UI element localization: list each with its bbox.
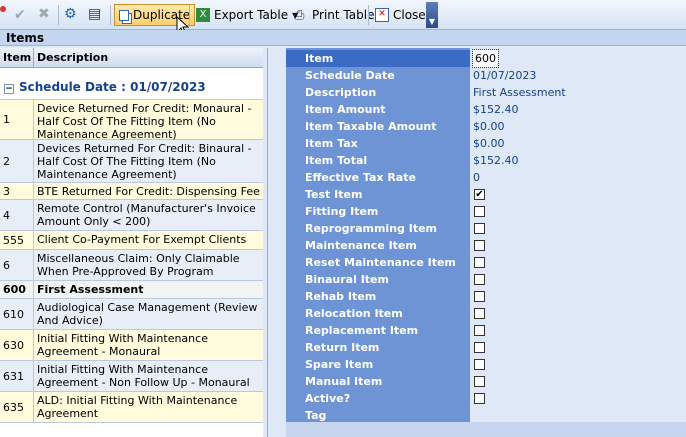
collapse-icon[interactable]: − [4,84,14,94]
prop-label-item-amount: Item Amount [305,103,386,116]
cancel-icon[interactable]: ✖ [38,6,50,22]
schedule-date-value[interactable]: 01/07/2023 [473,67,536,84]
prop-label-description: Description [305,86,377,99]
close-icon: ✕ [375,8,389,22]
spare-item-checkbox[interactable] [474,359,485,370]
properties-panel: Item Schedule Date Description Item Amou… [286,48,686,437]
binaural-item-checkbox[interactable] [474,274,485,285]
table-row[interactable]: 1 Device Returned For Credit: Monaural -… [0,100,267,141]
manual-item-checkbox[interactable] [474,376,485,387]
item-total-value[interactable]: $152.40 [473,152,519,169]
item-amount-value[interactable]: $152.40 [473,101,519,118]
prop-label-manual-item: Manual Item [305,375,383,388]
prop-label-reprogramming-item: Reprogramming Item [305,222,438,235]
section-title: Items [0,30,686,46]
close-button[interactable]: ✕ Close [371,4,430,26]
table-row[interactable]: 635 ALD: Initial Fitting With Maintenanc… [0,392,267,423]
prop-label-maintenance-item: Maintenance Item [305,239,417,252]
prop-label-item: Item [286,50,470,67]
table-row[interactable]: 6 Miscellaneous Claim: Only Claimable Wh… [0,250,267,281]
printer-icon[interactable]: ▤ [88,6,101,22]
property-labels-column: Item Schedule Date Description Item Amou… [286,48,470,422]
table-row[interactable]: 631 Initial Fitting With Maintenance Agr… [0,361,267,392]
prop-label-active: Active? [305,392,351,405]
prop-label-reset-maintenance-item: Reset Maintenance Item [305,256,456,269]
table-row[interactable]: 2 Devices Returned For Credit: Binaural … [0,140,267,183]
effective-tax-rate-value[interactable]: 0 [473,169,480,186]
properties-footer [286,422,686,437]
check-icon[interactable]: ✔ [14,7,26,23]
table-row[interactable]: 630 Initial Fitting With Maintenance Agr… [0,330,267,361]
items-grid: Item Description − Schedule Date : 01/07… [0,48,268,437]
group-label: Schedule Date : 01/07/2023 [19,80,206,94]
prop-label-effective-tax-rate: Effective Tax Rate [305,171,416,184]
active-checkbox[interactable] [474,393,485,404]
test-item-checkbox[interactable]: ✔ [474,189,485,200]
settings-icon[interactable]: ⚙ [64,6,77,22]
prop-label-relocation-item: Relocation Item [305,307,403,320]
item-taxable-amount-value[interactable]: $0.00 [473,118,505,135]
rehab-item-checkbox[interactable] [474,291,485,302]
duplicate-icon [119,9,129,21]
maintenance-item-checkbox[interactable] [474,240,485,251]
item-value-field[interactable]: 600 [472,49,499,68]
prop-label-replacement-item: Replacement Item [305,324,419,337]
toolbar: ✔ ✖ ⚙ ▤ Duplicate X Export Table ▼ ⎙ Pri… [0,0,686,36]
relocation-item-checkbox[interactable] [474,308,485,319]
prop-label-fitting-item: Fitting Item [305,205,379,218]
save-icon[interactable] [0,6,6,12]
description-value[interactable]: First Assessment [473,84,566,101]
replacement-item-checkbox[interactable] [474,325,485,336]
table-row[interactable]: 555 Client Co-Payment For Exempt Clients [0,231,267,250]
reprogramming-item-checkbox[interactable] [474,223,485,234]
item-tax-value[interactable]: $0.00 [473,135,505,152]
prop-label-spare-item: Spare Item [305,358,374,371]
prop-label-item-tax: Item Tax [305,137,358,150]
table-row-selected[interactable]: 600 First Assessment [0,281,267,299]
column-header-description[interactable]: Description [34,48,264,67]
fitting-item-checkbox[interactable] [474,206,485,217]
table-row[interactable]: 3 BTE Returned For Credit: Dispensing Fe… [0,183,267,200]
prop-label-item-total: Item Total [305,154,368,167]
grid-header: Item Description [0,48,267,68]
prop-label-schedule-date: Schedule Date [305,69,395,82]
prop-label-item-taxable-amount: Item Taxable Amount [305,120,437,133]
excel-icon: X [196,8,210,22]
export-table-button[interactable]: X Export Table ▼ [192,4,302,26]
vertical-scrollbar[interactable] [263,48,267,437]
table-row[interactable]: 4 Remote Control (Manufacturer's Invoice… [0,200,267,231]
group-row[interactable]: − Schedule Date : 01/07/2023 [0,68,267,100]
print-icon: ⎙ [294,8,305,23]
prop-label-test-item: Test Item [305,188,363,201]
print-table-button[interactable]: ⎙ Print Table [290,4,378,26]
splitter[interactable] [268,48,286,437]
prop-label-binaural-item: Binaural Item [305,273,389,286]
column-header-item[interactable]: Item [0,48,34,67]
toolbar-overflow-button[interactable]: ▼ [426,2,438,28]
reset-maintenance-item-checkbox[interactable] [474,257,485,268]
return-item-checkbox[interactable] [474,342,485,353]
prop-label-rehab-item: Rehab Item [305,290,377,303]
table-row[interactable]: 610 Audiological Case Management (Review… [0,299,267,330]
prop-label-return-item: Return Item [305,341,380,354]
